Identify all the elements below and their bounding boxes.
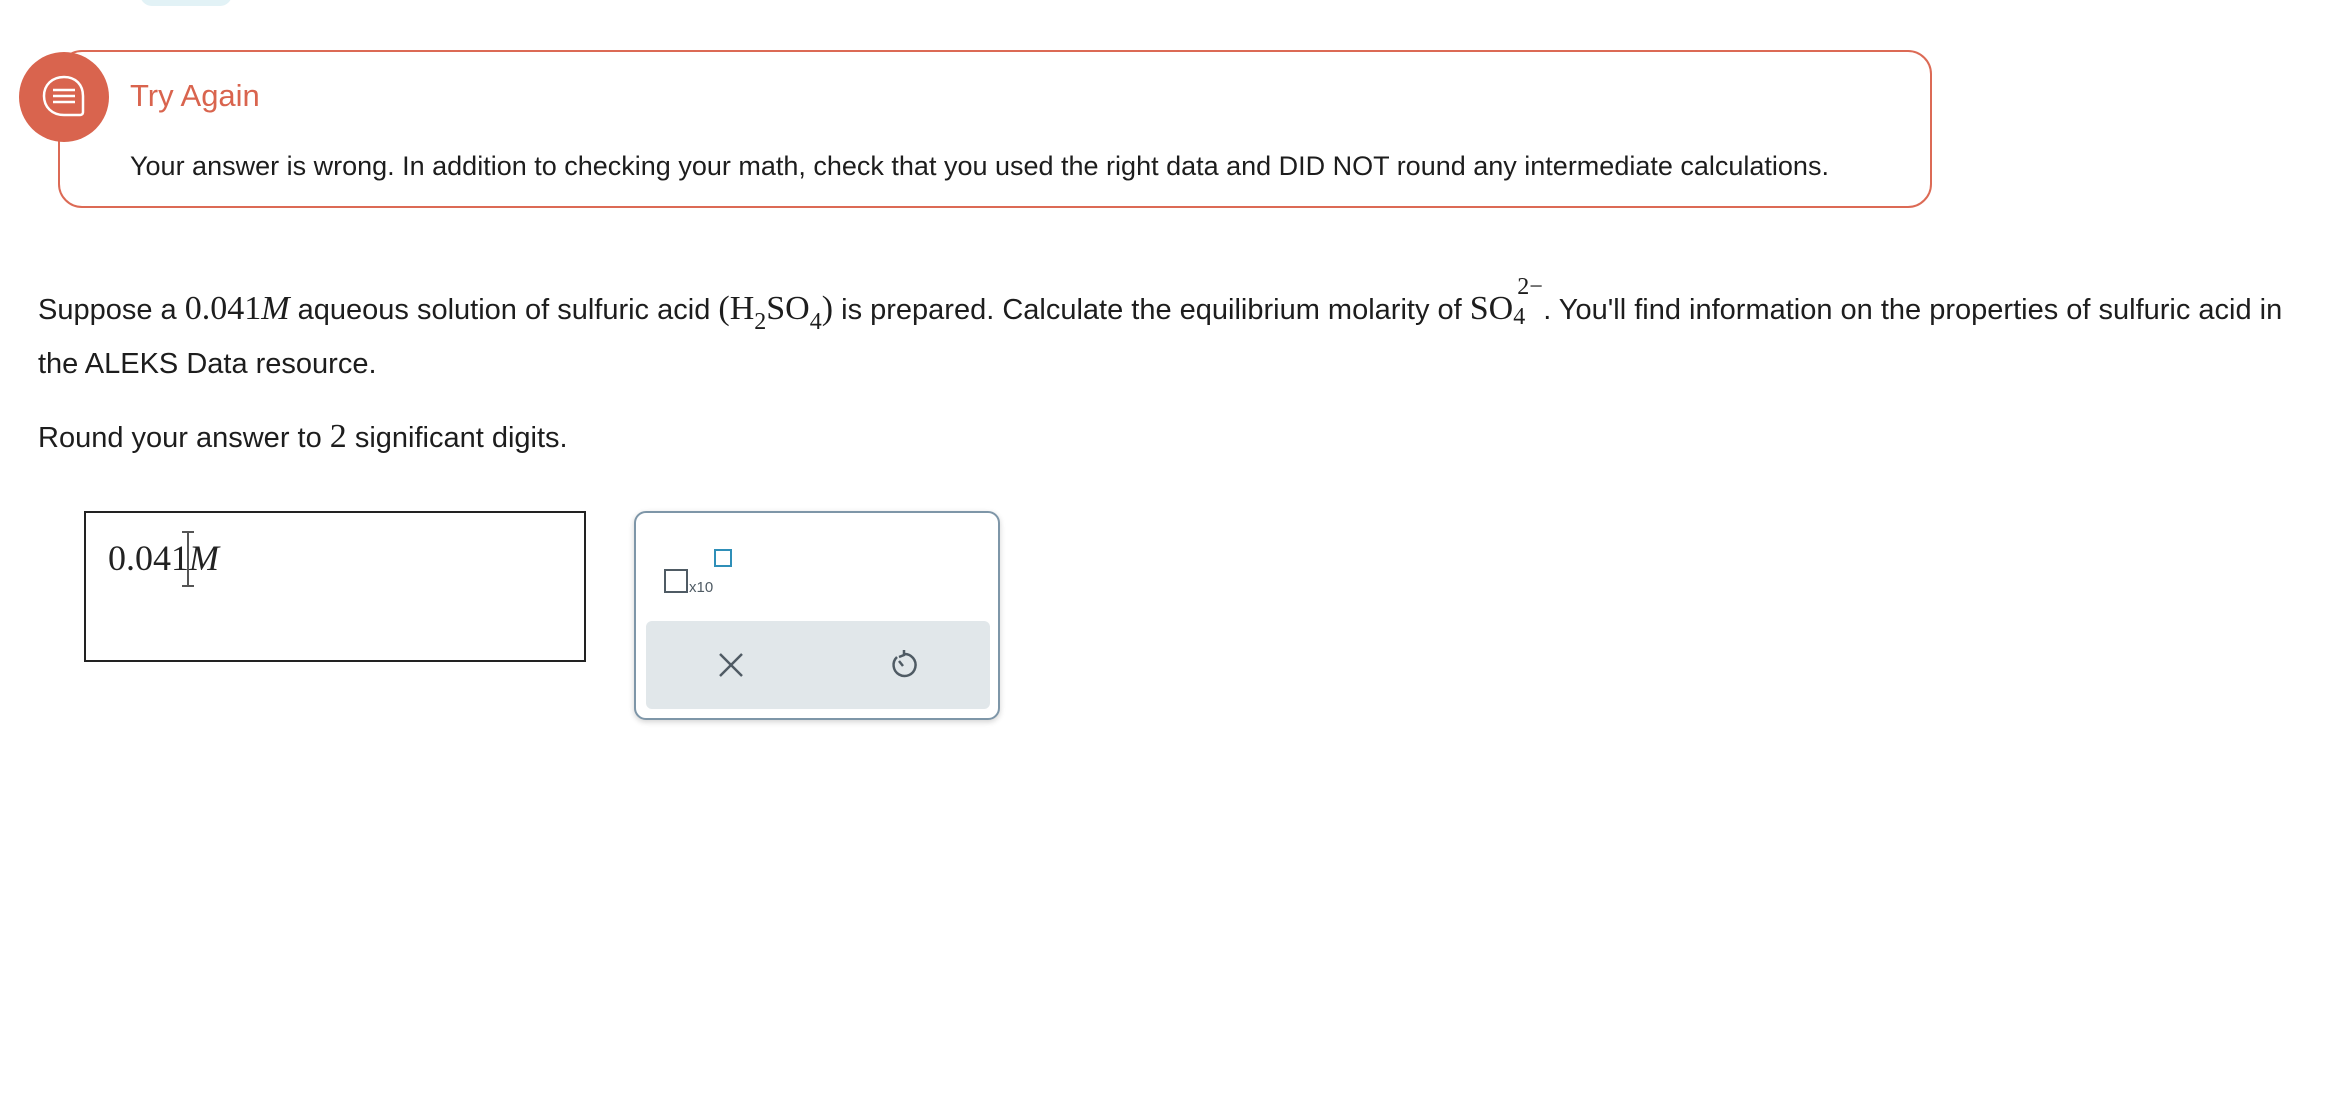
concentration-unit: M bbox=[261, 290, 290, 327]
clear-button[interactable] bbox=[709, 643, 753, 687]
ion-base: SO bbox=[1469, 290, 1514, 327]
mantissa-box-icon bbox=[664, 569, 688, 593]
feedback-card bbox=[58, 50, 1932, 208]
undo-button[interactable] bbox=[881, 643, 925, 687]
concentration-value: 0.041 bbox=[184, 290, 262, 327]
tool-action-bar bbox=[646, 621, 990, 709]
answer-value: 0.041 bbox=[108, 538, 189, 578]
math-tools-panel: x10 bbox=[634, 511, 1000, 720]
top-tab bbox=[140, 0, 232, 6]
close-icon bbox=[719, 653, 743, 677]
answer-unit: M bbox=[189, 538, 219, 578]
feedback-title: Try Again bbox=[130, 78, 260, 113]
rounding-digits: 2 bbox=[329, 418, 347, 455]
question-part1: Suppose a bbox=[38, 294, 185, 326]
rounding-instruction: Round your answer to 2 significant digit… bbox=[38, 418, 568, 456]
formula-so: SO bbox=[766, 290, 810, 327]
formula-h-subscript: 2 bbox=[754, 309, 767, 335]
scientific-notation-button[interactable]: x10 bbox=[664, 541, 736, 596]
rounding-suffix: significant digits. bbox=[346, 422, 568, 454]
ion-sup-sub: 2− 4 bbox=[1513, 274, 1543, 330]
formula-o4-subscript: 4 bbox=[809, 309, 822, 335]
ion-subscript: 4 bbox=[1513, 304, 1526, 330]
feedback-message: Your answer is wrong. In addition to che… bbox=[130, 151, 1829, 181]
question-text: Suppose a 0.041M aqueous solution of sul… bbox=[38, 274, 2308, 390]
rounding-prefix: Round your answer to bbox=[38, 422, 330, 454]
answer-content: 0.041M bbox=[108, 537, 219, 579]
chat-bubble-icon bbox=[19, 52, 109, 142]
answer-input[interactable]: 0.041M bbox=[84, 511, 586, 662]
formula-open: (H bbox=[718, 290, 755, 327]
undo-icon bbox=[892, 650, 917, 678]
formula-close: ) bbox=[821, 290, 834, 327]
question-part3: is prepared. Calculate the equilibrium m… bbox=[833, 294, 1470, 326]
question-part2: aqueous solution of sulfuric acid bbox=[289, 294, 719, 326]
exponent-box-icon bbox=[714, 549, 732, 567]
x10-label: x10 bbox=[689, 579, 714, 596]
text-cursor-icon bbox=[182, 531, 194, 587]
